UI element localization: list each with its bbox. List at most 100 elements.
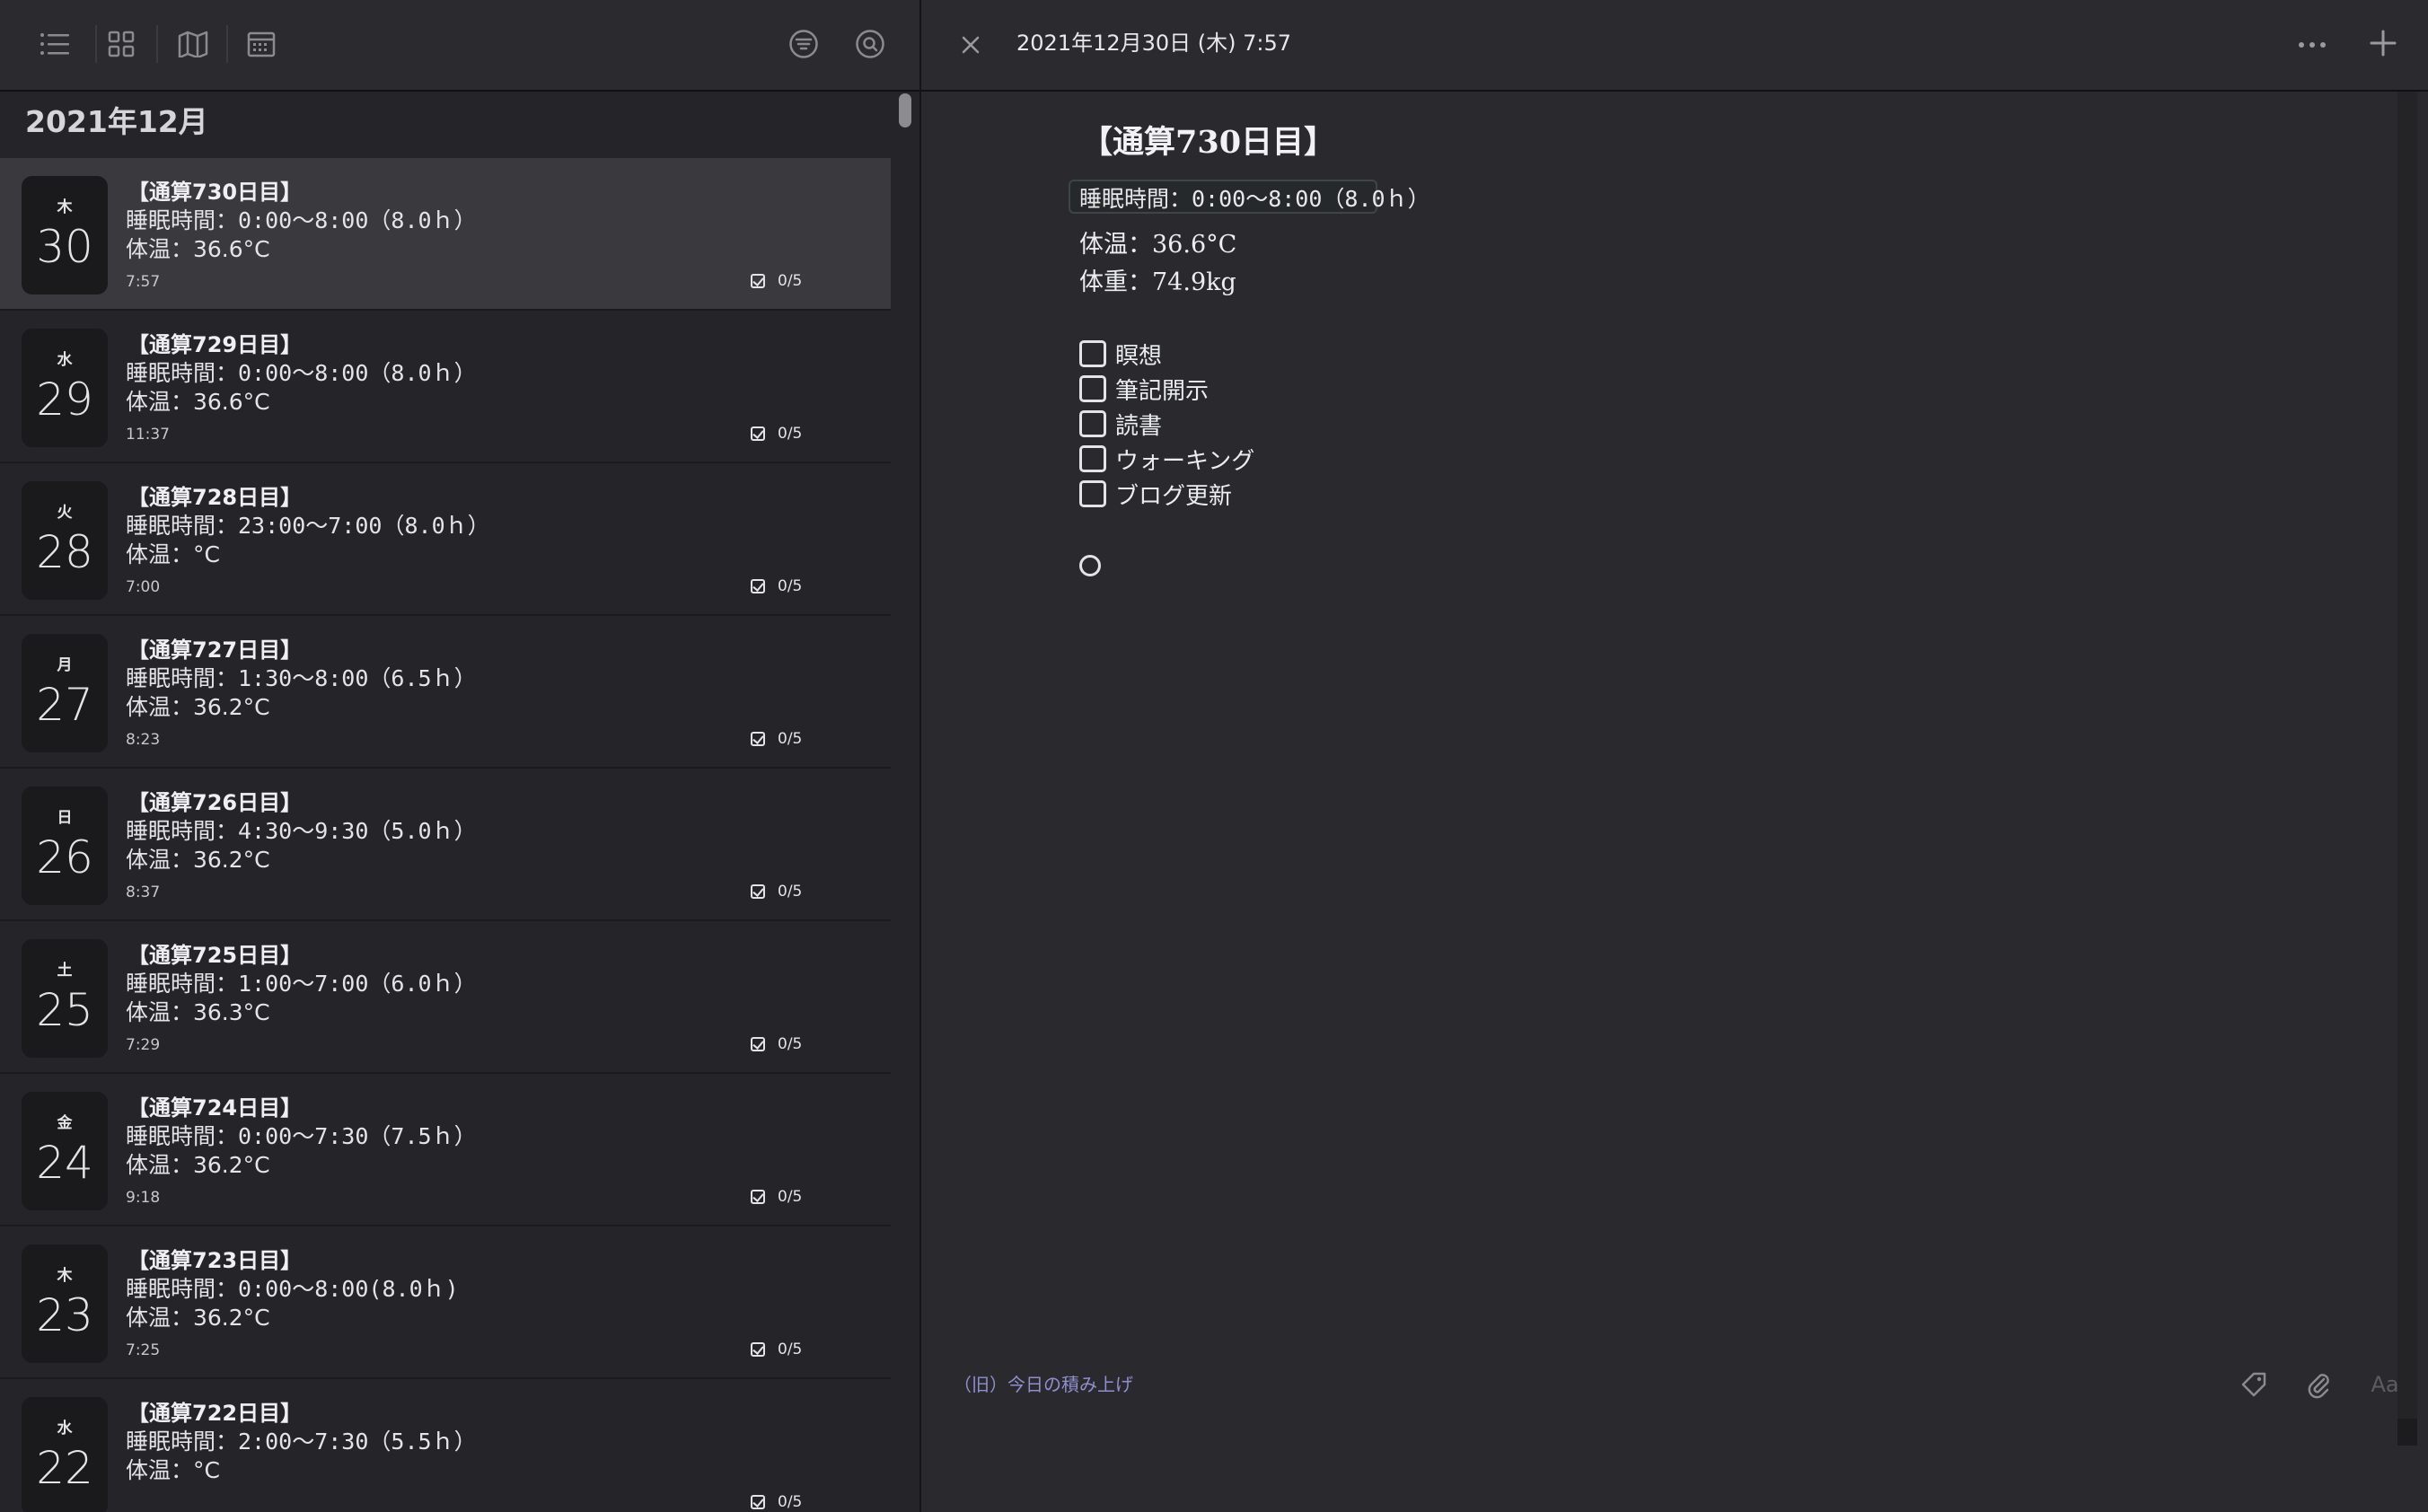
entry-editor[interactable]: 【通算730日目】 睡眠時間：0:00〜8:00（8.0ｈ） 体温：36.6°C… [921, 92, 2428, 1512]
doc-sleep[interactable]: 睡眠時間：0:00〜8:00（8.0ｈ） [1079, 181, 1430, 214]
editor-scrollbar[interactable] [2397, 92, 2417, 1444]
entry-card[interactable]: 土 25 【通算725日目】 睡眠時間：1:00〜7:00（6.0ｈ） 体温：3… [0, 921, 891, 1074]
entry-temp: 体温：°C [126, 541, 220, 567]
entry-day: 22 [36, 1442, 93, 1494]
todo-progress: 0/5 [751, 1187, 802, 1207]
entry-sleep: 睡眠時間：2:00〜7:30（5.5ｈ） [126, 1428, 477, 1455]
doc-temp[interactable]: 体温：36.6°C [1079, 224, 1236, 259]
toolbar-divider [95, 25, 97, 63]
text-format-icon[interactable]: Aa [2367, 1367, 2403, 1402]
date-tile: 月 27 [22, 634, 108, 752]
entry-day: 29 [36, 374, 93, 426]
date-tile: 水 29 [22, 329, 108, 447]
todo-checkbox[interactable] [1079, 340, 1106, 367]
list-toolbar [0, 0, 919, 92]
todo-item[interactable]: 筆記開示 [1079, 373, 1209, 405]
todo-checkbox[interactable] [1079, 410, 1106, 437]
todo-progress-count: 0/5 [778, 272, 803, 290]
editor-scrollbar-thumb[interactable] [2397, 1419, 2417, 1446]
entry-card[interactable]: 水 22 【通算722日目】 睡眠時間：2:00〜7:30（5.5ｈ） 体温：°… [0, 1379, 891, 1512]
filter-icon[interactable] [783, 23, 824, 65]
entry-weekday: 土 [57, 962, 73, 980]
checkbox-icon [751, 1037, 765, 1051]
entry-title: 【通算723日目】 [128, 1248, 303, 1273]
entry-temp: 体温：36.6°C [126, 389, 270, 415]
todo-progress: 0/5 [751, 1034, 802, 1054]
todo-label: ブログ更新 [1115, 482, 1233, 510]
todo-checkbox[interactable] [1079, 480, 1106, 507]
doc-title[interactable]: 【通算730日目】 [1081, 117, 1335, 163]
entry-sleep: 睡眠時間：1:00〜7:00（6.0ｈ） [126, 971, 477, 997]
entry-weekday: 月 [57, 656, 73, 674]
todo-item[interactable]: ウォーキング [1079, 443, 1254, 475]
todo-item[interactable]: ブログ更新 [1079, 478, 1232, 510]
tag-icon[interactable] [2236, 1367, 2272, 1402]
todo-label: 読書 [1115, 412, 1163, 440]
entry-card[interactable]: 火 28 【通算728日目】 睡眠時間：23:00〜7:00（8.0ｈ） 体温：… [0, 463, 891, 616]
entry-title: 【通算725日目】 [128, 943, 303, 968]
plus-icon[interactable] [2363, 23, 2403, 63]
paperclip-icon[interactable] [2300, 1367, 2336, 1402]
todo-checkbox[interactable] [1079, 375, 1106, 402]
entry-day: 27 [36, 679, 93, 731]
map-view-icon[interactable] [172, 23, 214, 65]
entry-weekday: 火 [57, 504, 73, 522]
checkbox-icon [751, 1342, 765, 1357]
entry-time: 7:25 [126, 1341, 161, 1359]
entry-card[interactable]: 木 23 【通算723日目】 睡眠時間：0:00〜8:00(8.0ｈ) 体温：3… [0, 1226, 891, 1379]
entry-title: 【通算722日目】 [128, 1401, 303, 1426]
close-icon[interactable] [953, 27, 989, 63]
date-tile: 水 22 [22, 1397, 108, 1512]
todo-progress-count: 0/5 [778, 425, 803, 443]
entry-title: 【通算730日目】 [128, 180, 303, 205]
more-icon[interactable] [2292, 27, 2333, 63]
todo-checkbox[interactable] [1079, 445, 1106, 472]
todo-progress-count: 0/5 [778, 730, 803, 748]
entry-card[interactable]: 木 30 【通算730日目】 睡眠時間：0:00〜8:00（8.0ｈ） 体温：3… [0, 158, 891, 311]
entry-weekday: 木 [57, 198, 73, 216]
entry-card[interactable]: 金 24 【通算724日目】 睡眠時間：0:00〜7:30（7.5ｈ） 体温：3… [0, 1074, 891, 1226]
entry-weekday: 木 [57, 1267, 73, 1285]
entry-list: 木 30 【通算730日目】 睡眠時間：0:00〜8:00（8.0ｈ） 体温：3… [0, 158, 891, 1512]
entry-card[interactable]: 水 29 【通算729日目】 睡眠時間：0:00〜8:00（8.0ｈ） 体温：3… [0, 311, 891, 463]
entry-title: 【通算728日目】 [128, 485, 303, 510]
empty-bullet-item[interactable] [1079, 555, 1101, 576]
date-tile: 日 26 [22, 787, 108, 905]
entry-date-header[interactable]: 2021年12月30日 (木) 7:57 [1016, 25, 1291, 57]
checkbox-icon [751, 1495, 765, 1509]
entry-time: 7:00 [126, 578, 161, 596]
entry-day: 23 [36, 1289, 93, 1341]
entry-list-pane: 2021年12月 木 30 【通算730日目】 睡眠時間：0:00〜8:00（8… [0, 0, 921, 1512]
entry-card[interactable]: 月 27 【通算727日目】 睡眠時間：1:30〜8:00（6.5ｈ） 体温：3… [0, 616, 891, 769]
entry-card[interactable]: 日 26 【通算726日目】 睡眠時間：4:30〜9:30（5.0ｈ） 体温：3… [0, 769, 891, 921]
entry-time: 7:29 [126, 1036, 161, 1054]
date-tile: 金 24 [22, 1092, 108, 1210]
checkbox-icon [751, 426, 765, 441]
entry-weekday: 水 [57, 1420, 73, 1437]
entry-temp: 体温：36.2°C [126, 694, 270, 720]
todo-item[interactable]: 瞑想 [1079, 338, 1162, 370]
list-view-icon[interactable] [34, 23, 75, 65]
todo-label: ウォーキング [1115, 447, 1255, 475]
date-tile: 木 30 [22, 176, 108, 294]
todo-progress-count: 0/5 [778, 1188, 803, 1206]
todo-label: 瞑想 [1115, 342, 1163, 370]
calendar-view-icon[interactable] [241, 23, 282, 65]
entry-temp: 体温：36.6°C [126, 236, 270, 262]
month-header: 2021年12月 [25, 104, 208, 139]
date-tile: 土 25 [22, 939, 108, 1058]
todo-progress: 0/5 [751, 729, 802, 749]
doc-weight[interactable]: 体重：74.9kg [1079, 262, 1236, 297]
todo-progress: 0/5 [751, 271, 802, 291]
todo-label: 筆記開示 [1115, 377, 1210, 405]
todo-progress-count: 0/5 [778, 1341, 803, 1358]
date-tile: 火 28 [22, 481, 108, 600]
list-scrollbar[interactable] [894, 90, 912, 1512]
template-link[interactable]: （旧）今日の積み上げ [954, 1370, 1133, 1396]
search-icon[interactable] [849, 23, 891, 65]
list-scrollbar-thumb[interactable] [899, 93, 911, 127]
entry-sleep: 睡眠時間：1:30〜8:00（6.5ｈ） [126, 665, 477, 691]
entry-time: 8:37 [126, 883, 161, 901]
todo-item[interactable]: 読書 [1079, 408, 1162, 440]
grid-view-icon[interactable] [101, 23, 142, 65]
